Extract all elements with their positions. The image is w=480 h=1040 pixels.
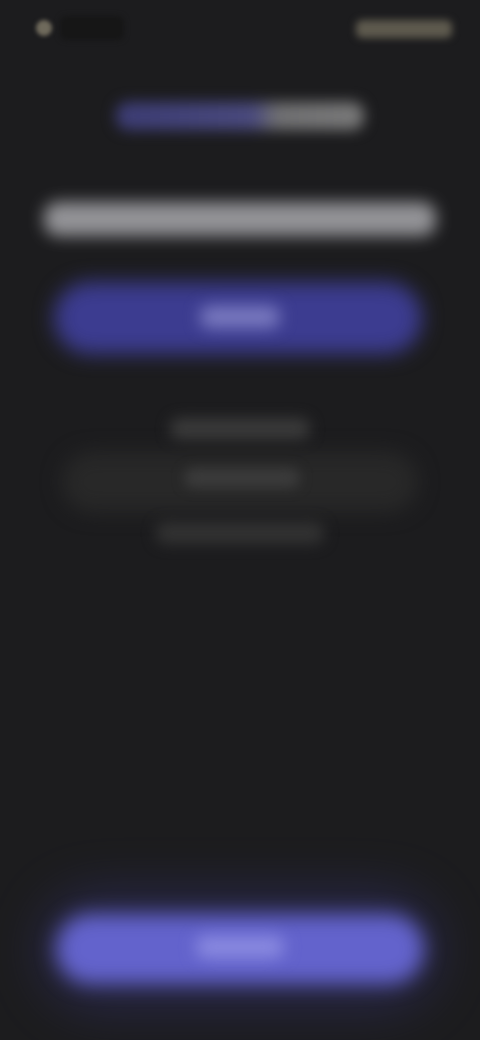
page-title <box>116 102 364 130</box>
app-screen <box>0 0 480 1040</box>
info-caption <box>170 418 310 440</box>
status-bar <box>0 0 480 64</box>
status-time <box>60 16 124 40</box>
status-indicators <box>356 20 452 38</box>
info-footnote <box>156 522 324 544</box>
info-card-text <box>184 468 300 488</box>
prompt-text <box>44 202 436 236</box>
continue-button-label <box>196 936 284 958</box>
primary-action-label <box>200 306 280 328</box>
status-left <box>36 16 124 40</box>
signal-dot-icon <box>36 20 52 36</box>
